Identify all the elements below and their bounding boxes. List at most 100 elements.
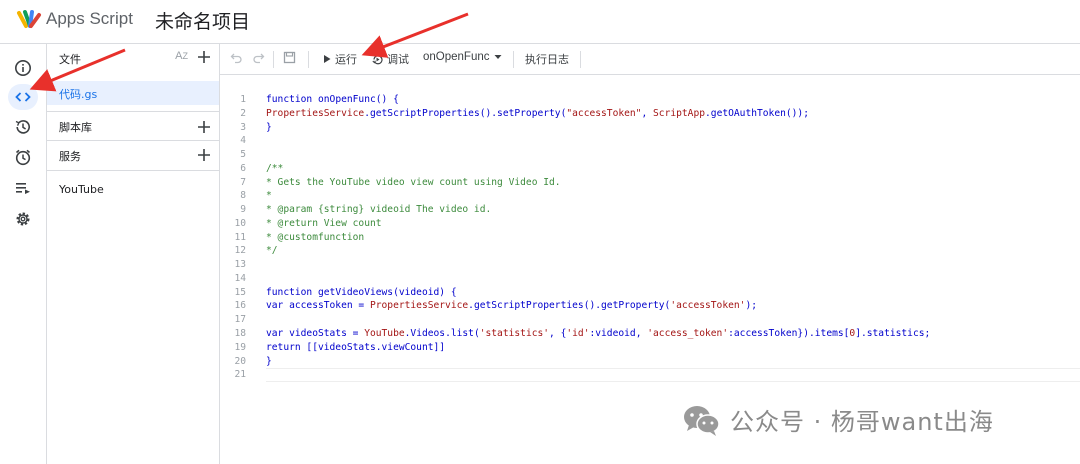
redo-button[interactable] bbox=[252, 51, 265, 64]
watermark-text: 公众号 · 杨哥want出海 bbox=[730, 408, 994, 436]
execution-log-button[interactable]: 执行日志 bbox=[525, 51, 569, 67]
left-nav-rail bbox=[0, 44, 47, 464]
line-text: */ bbox=[266, 245, 278, 257]
code-line[interactable]: 10 * @return View count bbox=[220, 217, 1080, 231]
execution-log-label: 执行日志 bbox=[525, 53, 569, 66]
line-text: var videoStats = YouTube.Videos.list('st… bbox=[266, 328, 931, 340]
line-number: 4 bbox=[240, 135, 246, 147]
services-label: 服务 bbox=[59, 150, 81, 163]
apps-script-logo[interactable] bbox=[16, 9, 42, 31]
settings-nav-button[interactable] bbox=[8, 206, 38, 232]
code-line[interactable]: 19 return [[videoStats.viewCount]] bbox=[220, 341, 1080, 355]
line-text: * @customfunction bbox=[266, 231, 365, 243]
code-line[interactable]: 9 * @param {string} videoid The video id. bbox=[220, 203, 1080, 217]
code-line[interactable]: 1 function onOpenFunc() { bbox=[220, 93, 1080, 107]
clock-icon bbox=[15, 149, 31, 166]
files-section-header: 文件 AZ bbox=[47, 44, 220, 74]
sort-files-icon[interactable]: AZ bbox=[175, 50, 188, 62]
line-number: 20 bbox=[234, 355, 246, 367]
executions-icon bbox=[16, 183, 30, 194]
history-icon bbox=[15, 120, 30, 134]
run-button[interactable]: 运行 bbox=[322, 51, 357, 67]
add-file-icon[interactable] bbox=[196, 49, 212, 65]
code-line[interactable]: 16 var accessToken = PropertiesService.ge… bbox=[220, 299, 1080, 313]
code-line[interactable]: 3} bbox=[220, 121, 1080, 135]
files-panel: 文件 AZ 代码.gs 脚本库 服务 YouTube bbox=[47, 44, 220, 464]
code-line[interactable]: 6 /** bbox=[220, 162, 1080, 176]
line-number: 18 bbox=[234, 328, 246, 340]
overview-nav-button[interactable] bbox=[8, 55, 38, 81]
file-item-code-gs[interactable]: 代码.gs bbox=[47, 81, 219, 105]
line-number: 17 bbox=[234, 314, 246, 326]
debug-icon bbox=[372, 54, 383, 64]
line-number: 16 bbox=[234, 300, 246, 312]
dropdown-arrow-icon bbox=[494, 55, 501, 59]
code-line[interactable]: 7 * Gets the YouTube video view count usi… bbox=[220, 176, 1080, 190]
add-library-icon[interactable] bbox=[196, 119, 212, 135]
save-button[interactable] bbox=[283, 51, 296, 64]
undo-button[interactable] bbox=[230, 51, 243, 64]
run-label: 运行 bbox=[335, 53, 357, 66]
history-nav-button[interactable] bbox=[8, 114, 38, 140]
info-icon bbox=[15, 60, 31, 76]
line-number: 6 bbox=[240, 162, 246, 174]
line-text: * @return View count bbox=[266, 217, 382, 229]
line-number: 11 bbox=[234, 231, 246, 243]
line-number: 5 bbox=[240, 149, 246, 161]
project-name[interactable]: 未命名项目 bbox=[155, 7, 250, 34]
line-text: * Gets the YouTube video view count usin… bbox=[266, 176, 561, 188]
line-number: 1 bbox=[240, 94, 246, 105]
watermark: 公众号 · 杨哥want出海 bbox=[682, 402, 994, 437]
line-number: 2 bbox=[240, 107, 246, 119]
code-line[interactable]: 12 */ bbox=[220, 244, 1080, 258]
code-line[interactable]: 20} bbox=[220, 355, 1080, 369]
code-line[interactable]: 4 bbox=[220, 134, 1080, 148]
line-number: 9 bbox=[240, 204, 246, 216]
play-icon bbox=[324, 55, 331, 63]
code-line[interactable]: 15 function getVideoViews(videoid) { bbox=[220, 286, 1080, 300]
editor-toolbar: 运行 调试 onOpenFunc 执行日志 bbox=[220, 44, 1080, 75]
code-icon bbox=[15, 92, 31, 102]
services-section-header: 服务 bbox=[47, 141, 220, 171]
line-text: return [[videoStats.viewCount]] bbox=[266, 341, 446, 353]
code-line[interactable]: 18 var videoStats = YouTube.Videos.list('… bbox=[220, 327, 1080, 341]
line-number: 19 bbox=[234, 341, 246, 353]
line-number: 10 bbox=[234, 217, 246, 229]
code-line[interactable]: 11 * @customfunction bbox=[220, 231, 1080, 245]
triggers-nav-button[interactable] bbox=[8, 144, 38, 170]
files-label: 文件 bbox=[59, 53, 81, 66]
save-icon bbox=[283, 51, 296, 64]
executions-nav-button[interactable] bbox=[8, 175, 38, 201]
debug-label: 调试 bbox=[387, 53, 409, 66]
add-service-icon[interactable] bbox=[196, 147, 212, 163]
libraries-label: 脚本库 bbox=[59, 121, 92, 134]
line-text: /** bbox=[266, 162, 284, 174]
line-number: 3 bbox=[240, 121, 246, 133]
redo-icon bbox=[253, 53, 265, 64]
divider bbox=[47, 170, 220, 171]
line-text: * bbox=[266, 190, 272, 202]
function-select[interactable]: onOpenFunc bbox=[423, 51, 503, 63]
code-line[interactable]: 8 * bbox=[220, 189, 1080, 203]
line-number: 13 bbox=[234, 259, 246, 271]
line-number: 8 bbox=[240, 190, 246, 202]
line-text: * @param {string} videoid The video id. bbox=[266, 204, 492, 216]
code-line[interactable]: 5 bbox=[220, 148, 1080, 162]
line-text: } bbox=[266, 355, 272, 367]
code-line[interactable]: 21 bbox=[220, 368, 1080, 382]
service-name: YouTube bbox=[59, 182, 104, 196]
service-item-youtube[interactable]: YouTube bbox=[47, 174, 220, 204]
wechat-icon bbox=[684, 405, 720, 436]
code-line[interactable]: 14 bbox=[220, 272, 1080, 286]
editor-nav-button[interactable] bbox=[8, 84, 38, 110]
code-line[interactable]: 2 PropertiesService.getScriptProperties()… bbox=[220, 107, 1080, 121]
line-text: function onOpenFunc() { bbox=[266, 94, 399, 105]
code-line[interactable]: 17 bbox=[220, 313, 1080, 327]
line-text: var accessToken = PropertiesService.getS… bbox=[266, 300, 757, 312]
code-line[interactable]: 13 bbox=[220, 258, 1080, 272]
debug-button[interactable]: 调试 bbox=[371, 51, 409, 67]
toolbar-divider bbox=[273, 51, 274, 68]
gear-icon bbox=[16, 212, 30, 226]
code-lines: 1 function onOpenFunc() { 2 PropertiesServi… bbox=[220, 93, 1080, 382]
libraries-section-header: 脚本库 bbox=[47, 112, 220, 142]
